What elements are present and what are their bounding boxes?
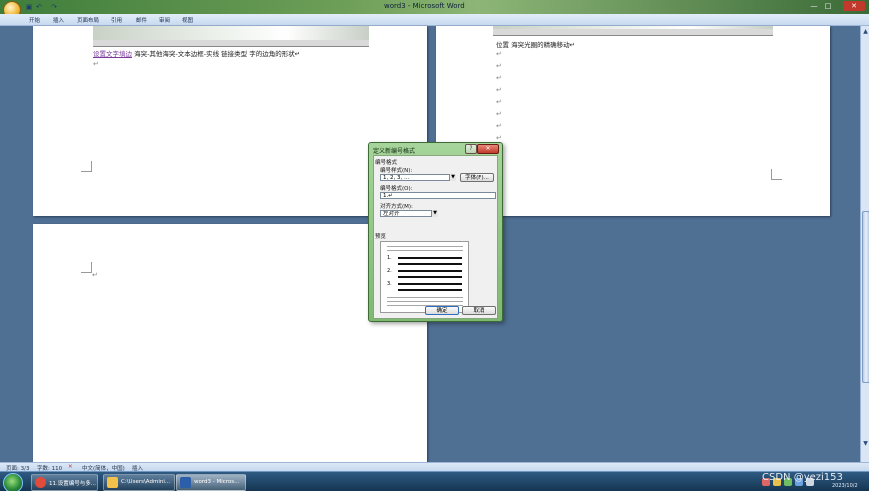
page1-text: 海突-其他海突-文本边框-实线 链接类型 字的边角的形状↵ [132, 50, 301, 58]
preview-line [387, 301, 463, 302]
paragraph-mark: ↵ [92, 271, 98, 279]
taskbar: 11.设置编号与多... C:\Users\Admini... word3 - … [0, 471, 869, 491]
ok-button[interactable]: 确定 [425, 306, 459, 315]
preview-line [398, 276, 462, 278]
preview-line [398, 289, 462, 291]
csdn-watermark: CSDN @yezi153 [762, 472, 843, 483]
close-button[interactable]: ✕ [843, 1, 865, 11]
chrome-icon [35, 477, 46, 488]
save-icon[interactable]: ▣ [25, 3, 33, 11]
paragraph-mark: ↵ [496, 62, 502, 70]
scroll-thumb[interactable] [862, 211, 869, 383]
page1-link[interactable]: 设置文字填边 [93, 50, 132, 58]
dialog-close-button[interactable]: ✕ [477, 144, 499, 154]
scroll-down-icon[interactable]: ▼ [862, 440, 869, 447]
minimize-button[interactable]: — [808, 1, 820, 11]
paragraph-mark: ↵ [93, 60, 99, 68]
page1-text-line: 设置文字填边 海突-其他海突-文本边框-实线 链接类型 字的边角的形状↵ [93, 48, 300, 58]
group-label: 编号格式 [375, 160, 398, 166]
number-style-select[interactable]: 1, 2, 3, … [380, 174, 456, 181]
taskbar-item-word[interactable]: word3 - Micros... [176, 474, 246, 491]
page2-text-line: 位置 海突光圈的精确移动↵ [496, 41, 576, 49]
tab-references[interactable]: 引用 [111, 16, 122, 24]
crop-mark [81, 161, 92, 172]
tab-review[interactable]: 审阅 [159, 16, 170, 24]
word-doc-icon [180, 477, 191, 488]
chevron-down-icon[interactable]: ▼ [449, 174, 456, 181]
preview-box: 1. 2. 3. [380, 241, 469, 313]
number-style-value: 1, 2, 3, … [383, 175, 410, 181]
preview-line [398, 263, 462, 265]
taskbar-item-label: C:\Users\Admini... [121, 479, 171, 485]
window-title: word3 - Microsoft Word [384, 2, 465, 10]
taskbar-item-explorer[interactable]: C:\Users\Admini... [103, 474, 175, 491]
ribbon-tabs: 开始 插入 页面布局 引用 邮件 审阅 视图 [0, 14, 869, 26]
preview-line [387, 246, 463, 247]
paragraph-mark: ↵ [496, 122, 502, 130]
number-style-label: 编号样式(N): [380, 168, 413, 174]
title-bar: ▣ ↶ ↷ word3 - Microsoft Word — □ ✕ [0, 0, 869, 19]
redo-icon[interactable]: ↷ [50, 3, 58, 11]
paragraph-mark: ↵ [496, 50, 502, 58]
scroll-up-icon[interactable]: ▲ [862, 28, 869, 35]
vertical-scrollbar[interactable]: ▲ ▼ [860, 26, 869, 462]
taskbar-item-chrome[interactable]: 11.设置编号与多... [31, 474, 98, 491]
word-window: ▣ ↶ ↷ word3 - Microsoft Word — □ ✕ 开始 插入… [0, 0, 869, 491]
dialog-body: 编号格式 编号样式(N): 1, 2, 3, … ▼ 字体(F)... 编号格式… [373, 155, 498, 319]
maximize-button[interactable]: □ [822, 1, 834, 11]
alignment-value: 左对齐 [383, 211, 400, 217]
help-button[interactable]: ? [465, 144, 477, 154]
undo-icon[interactable]: ↶ [35, 3, 43, 11]
proofing-icon[interactable]: ✕ [68, 464, 73, 470]
alignment-label: 对齐方式(M): [380, 204, 413, 210]
paragraph-mark: ↵ [496, 86, 502, 94]
tab-view[interactable]: 视图 [182, 16, 193, 24]
preview-line [398, 283, 462, 285]
preview-line [398, 270, 462, 272]
dialog-title: 定义新编号格式 [373, 148, 416, 155]
number-format-input[interactable]: 1.↵ [380, 192, 496, 199]
tab-layout[interactable]: 页面布局 [77, 16, 99, 24]
chevron-down-icon[interactable]: ▼ [431, 210, 438, 217]
tab-home[interactable]: 开始 [29, 16, 40, 24]
paragraph-mark: ↵ [496, 74, 502, 82]
cancel-button[interactable]: 取消 [462, 306, 496, 315]
tab-mailings[interactable]: 邮件 [136, 16, 147, 24]
preview-number-1: 1. [387, 255, 392, 261]
preview-line [387, 250, 463, 251]
font-button[interactable]: 字体(F)... [460, 173, 494, 182]
crop-mark [81, 262, 92, 273]
embedded-image [493, 26, 773, 36]
tab-insert[interactable]: 插入 [53, 16, 64, 24]
preview-number-3: 3. [387, 281, 392, 287]
start-button[interactable] [3, 473, 23, 491]
define-number-format-dialog: 定义新编号格式 ? ✕ 编号格式 编号样式(N): 1, 2, 3, … ▼ 字… [368, 142, 503, 322]
paragraph-mark: ↵ [496, 134, 502, 142]
preview-number-2: 2. [387, 268, 392, 274]
taskbar-item-label: word3 - Micros... [194, 479, 240, 485]
number-format-label: 编号格式(O): [380, 186, 413, 192]
alignment-select[interactable]: 左对齐 [380, 210, 438, 217]
crop-mark [771, 169, 782, 180]
folder-icon [107, 477, 118, 488]
embedded-image [93, 26, 369, 47]
preview-line [387, 297, 463, 298]
paragraph-mark: ↵ [496, 98, 502, 106]
preview-line [398, 257, 462, 259]
taskbar-item-label: 11.设置编号与多... [49, 481, 96, 487]
clock-date[interactable]: 2023/10/2 [832, 483, 858, 489]
paragraph-mark: ↵ [496, 110, 502, 118]
preview-label: 预览 [375, 234, 387, 240]
